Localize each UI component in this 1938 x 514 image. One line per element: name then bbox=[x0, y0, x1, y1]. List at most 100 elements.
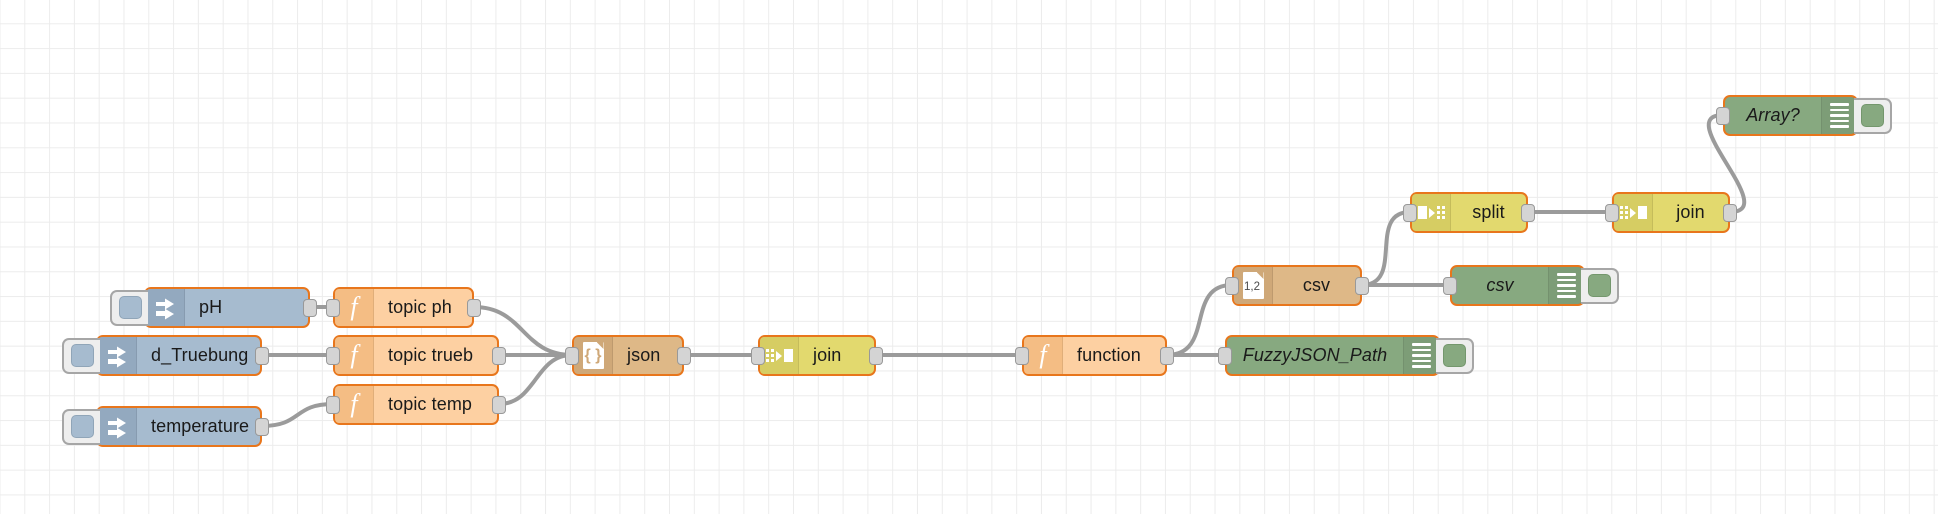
node-inject-temp[interactable]: temperature bbox=[62, 406, 269, 447]
node-output-port[interactable] bbox=[677, 346, 691, 365]
debug-toggle-button[interactable] bbox=[1581, 267, 1619, 304]
node-input-port[interactable] bbox=[1605, 203, 1619, 222]
node-icon-container: f bbox=[335, 386, 374, 423]
node-label: csv bbox=[1486, 275, 1514, 295]
node-icon-container: f bbox=[1024, 337, 1063, 374]
split-icon bbox=[1417, 206, 1445, 219]
debug-button-knob bbox=[1860, 104, 1884, 127]
node-output-port[interactable] bbox=[1723, 203, 1737, 222]
debug-lines-icon bbox=[1548, 267, 1583, 304]
node-input-port[interactable] bbox=[565, 346, 579, 365]
csv-columns-label: 1,2 bbox=[1244, 280, 1260, 293]
node-icon-container: { } bbox=[574, 337, 613, 374]
node-label: Array? bbox=[1746, 105, 1800, 125]
node-debug-fuzzy[interactable]: FuzzyJSON_Path bbox=[1218, 335, 1474, 376]
node-output-port[interactable] bbox=[1355, 276, 1369, 295]
node-output-port[interactable] bbox=[255, 417, 269, 436]
inject-trigger-button[interactable] bbox=[62, 408, 100, 445]
node-label: pH bbox=[199, 297, 223, 317]
node-icon-container bbox=[98, 337, 137, 374]
node-fn-topic-temp[interactable]: f topic temp bbox=[326, 384, 506, 425]
node-input-port[interactable] bbox=[1716, 106, 1730, 125]
node-label: json bbox=[627, 345, 661, 365]
node-label: topic ph bbox=[388, 297, 452, 317]
node-input-port[interactable] bbox=[751, 346, 765, 365]
node-label: topic temp bbox=[388, 394, 473, 414]
node-debug-csv[interactable]: csv bbox=[1443, 265, 1619, 306]
function-f-icon: f bbox=[1039, 339, 1047, 369]
join-icon bbox=[1619, 206, 1647, 219]
node-icon-container bbox=[146, 289, 185, 326]
node-output-port[interactable] bbox=[1160, 346, 1174, 365]
join-icon bbox=[765, 349, 793, 362]
node-label: d_Truebung bbox=[151, 345, 249, 365]
node-label: csv bbox=[1302, 275, 1331, 295]
node-label: join bbox=[1676, 202, 1705, 222]
debug-lines-icon bbox=[1821, 97, 1856, 134]
csv-doc-icon: 1,2 bbox=[1242, 272, 1264, 299]
wire-fn-topic-temp-to-json-1[interactable] bbox=[497, 353, 574, 406]
debug-toggle-button[interactable] bbox=[1436, 337, 1474, 374]
node-fn-function[interactable]: f function bbox=[1015, 335, 1174, 376]
debug-lines-icon bbox=[1403, 337, 1438, 374]
node-fn-topic-ph[interactable]: f topic ph bbox=[326, 287, 481, 328]
node-label: split bbox=[1472, 202, 1505, 222]
node-input-port[interactable] bbox=[1015, 346, 1029, 365]
wire-layer bbox=[260, 113, 1747, 428]
inject-arrow-icon bbox=[105, 415, 129, 439]
debug-button-knob bbox=[1587, 274, 1611, 297]
node-output-port[interactable] bbox=[255, 346, 269, 365]
node-inject-ph[interactable]: pH bbox=[110, 287, 317, 328]
node-input-port[interactable] bbox=[1403, 203, 1417, 222]
debug-button-knob bbox=[1442, 344, 1466, 367]
node-split-1[interactable]: split bbox=[1403, 192, 1535, 233]
node-icon-container: 1,2 bbox=[1234, 267, 1273, 304]
node-input-port[interactable] bbox=[326, 395, 340, 414]
node-input-port[interactable] bbox=[1218, 346, 1232, 365]
node-output-port[interactable] bbox=[467, 298, 481, 317]
node-csv-1[interactable]: 1,2 csv bbox=[1225, 265, 1369, 306]
flow-canvas[interactable]: pH d_Truebung temperature f topic ph f topic t… bbox=[0, 0, 1938, 514]
function-f-icon: f bbox=[350, 291, 358, 321]
node-output-port[interactable] bbox=[869, 346, 883, 365]
node-fn-topic-trueb[interactable]: f topic trueb bbox=[326, 335, 506, 376]
node-label: temperature bbox=[151, 416, 250, 436]
node-icon-container bbox=[1412, 194, 1451, 231]
node-icon-container bbox=[98, 408, 137, 445]
node-output-port[interactable] bbox=[492, 395, 506, 414]
node-input-port[interactable] bbox=[1443, 276, 1457, 295]
node-label: FuzzyJSON_Path bbox=[1242, 345, 1388, 365]
node-label: join bbox=[813, 345, 842, 365]
node-label: topic trueb bbox=[388, 345, 474, 365]
node-icon-container: f bbox=[335, 289, 374, 326]
wire-inject-temp-to-fn-topic-temp[interactable] bbox=[260, 402, 335, 428]
node-debug-array[interactable]: Array? bbox=[1716, 95, 1892, 136]
node-input-port[interactable] bbox=[326, 346, 340, 365]
node-output-port[interactable] bbox=[492, 346, 506, 365]
node-input-port[interactable] bbox=[1225, 276, 1239, 295]
node-json-1[interactable]: { } json bbox=[565, 335, 691, 376]
node-icon-container bbox=[1614, 194, 1653, 231]
inject-button-knob bbox=[70, 344, 94, 367]
wire-csv-1-to-split-1[interactable] bbox=[1360, 210, 1412, 287]
node-output-port[interactable] bbox=[303, 298, 317, 317]
node-output-port[interactable] bbox=[1521, 203, 1535, 222]
inject-trigger-button[interactable] bbox=[62, 337, 100, 374]
function-f-icon: f bbox=[350, 339, 358, 369]
node-join-2[interactable]: join bbox=[1605, 192, 1737, 233]
inject-arrow-icon bbox=[105, 344, 129, 368]
inject-button-knob bbox=[70, 415, 94, 438]
node-join-1[interactable]: join bbox=[751, 335, 883, 376]
node-input-port[interactable] bbox=[326, 298, 340, 317]
function-f-icon: f bbox=[350, 388, 358, 418]
inject-arrow-icon bbox=[153, 296, 177, 320]
wire-fn-function-to-csv-1[interactable] bbox=[1165, 283, 1234, 357]
json-braces-icon: { } bbox=[582, 342, 604, 369]
inject-button-knob bbox=[118, 296, 142, 319]
node-icon-container: f bbox=[335, 337, 374, 374]
node-icon-container bbox=[760, 337, 799, 374]
node-inject-trueb[interactable]: d_Truebung bbox=[62, 335, 269, 376]
inject-trigger-button[interactable] bbox=[110, 289, 148, 326]
node-label: function bbox=[1077, 345, 1141, 365]
debug-toggle-button[interactable] bbox=[1854, 97, 1892, 134]
